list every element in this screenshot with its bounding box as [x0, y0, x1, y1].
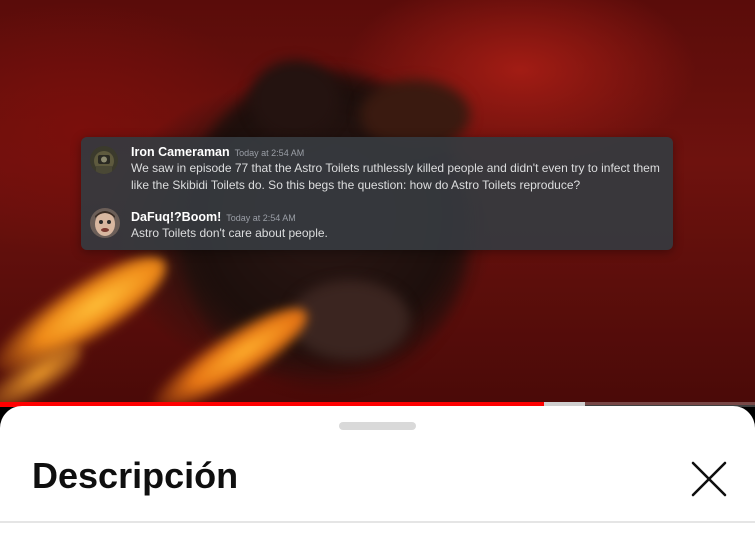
sheet-title: Descripción: [32, 455, 239, 496]
message-author[interactable]: DaFuq!?Boom!: [131, 210, 221, 224]
chat-overlay: Iron Cameraman Today at 2:54 AM We saw in…: [81, 137, 673, 250]
message-header: DaFuq!?Boom! Today at 2:54 AM: [131, 208, 296, 226]
message-header: Iron Cameraman Today at 2:54 AM: [131, 143, 304, 161]
message-time: Today at 2:54 AM: [226, 213, 296, 223]
drag-handle[interactable]: [339, 422, 416, 430]
description-sheet: Descripción: [0, 406, 755, 546]
sheet-divider: [0, 521, 755, 523]
cartoon-face-avatar-icon: [90, 208, 120, 238]
close-icon[interactable]: [686, 456, 732, 502]
video-frame-shape: [250, 60, 340, 140]
message-text: Astro Toilets don't care about people.: [131, 226, 328, 240]
video-player[interactable]: Iron Cameraman Today at 2:54 AM We saw in…: [0, 0, 755, 405]
message-author[interactable]: Iron Cameraman: [131, 145, 230, 159]
video-frame-shape: [290, 280, 410, 360]
message-text: We saw in episode 77 that the Astro Toil…: [131, 161, 660, 192]
message-time: Today at 2:54 AM: [234, 148, 305, 158]
camera-head-avatar-icon: [90, 146, 118, 174]
